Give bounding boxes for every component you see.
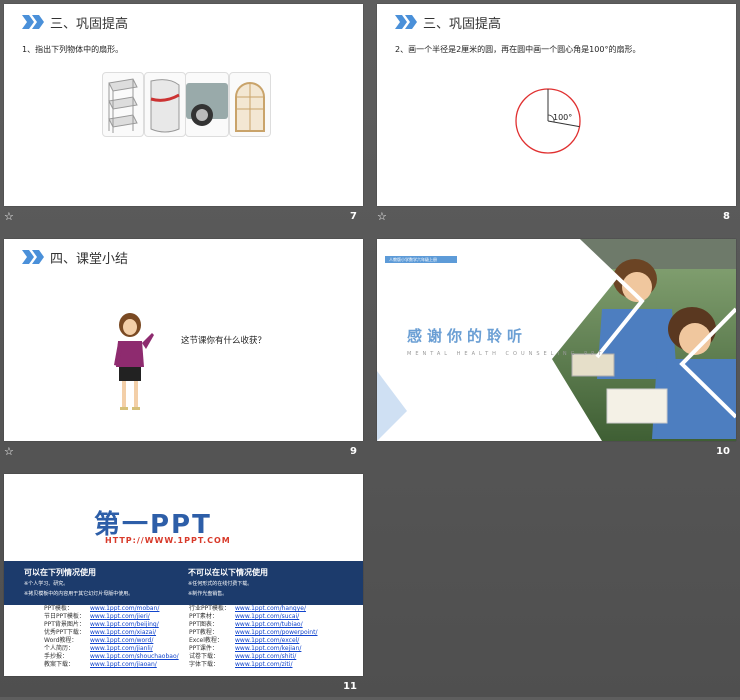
- link-row: PPT教程： www.1ppt.com/powerpoint/: [189, 629, 317, 637]
- banner-bar: 人教版小学数学六年级上册: [385, 256, 457, 263]
- curved-cabinet-icon: [144, 72, 186, 137]
- link-row: PPT背景图片： www.1ppt.com/beijing/: [44, 621, 179, 629]
- link-label: PPT课件：: [189, 645, 218, 652]
- link-url[interactable]: www.1ppt.com/tubiao/: [235, 621, 303, 628]
- corner-shelf-icon: [102, 72, 144, 137]
- link-label: 优秀PPT下载：: [44, 629, 85, 636]
- link-row: 教案下载： www.1ppt.com/jiaoan/: [44, 661, 179, 669]
- link-label: 行业PPT模板：: [189, 605, 230, 612]
- usage-header: 可以在下列情况使用 ※个人学习、研究。 ※拷贝模板中的内容用于其它幻灯片母版中使…: [4, 561, 363, 605]
- left-item: ※个人学习、研究。: [24, 581, 69, 587]
- link-row: PPT图表： www.1ppt.com/tubiao/: [189, 621, 317, 629]
- link-url[interactable]: www.1ppt.com/kejian/: [235, 645, 301, 652]
- slide-8[interactable]: 三、巩固提高 2、画一个半径是2厘米的圆，再在圆中画一个圆心角是100°的扇形。…: [377, 4, 736, 206]
- link-label: 教案下载：: [44, 661, 75, 668]
- chevron-double-icon: [22, 250, 44, 264]
- link-label: PPT背景图片：: [44, 621, 85, 628]
- logo-url[interactable]: HTTP://WWW.1PPT.COM: [105, 536, 231, 545]
- link-url[interactable]: www.1ppt.com/powerpoint/: [235, 629, 317, 636]
- link-label: PPT模板：: [44, 605, 73, 612]
- link-url[interactable]: www.1ppt.com/sucai/: [235, 613, 299, 620]
- link-url[interactable]: www.1ppt.com/hangye/: [235, 605, 306, 612]
- star-icon: ☆: [4, 445, 14, 458]
- link-label: 手抄报：: [44, 653, 69, 660]
- arched-window-icon: [229, 72, 271, 137]
- left-link-list: PPT模板： www.1ppt.com/moban/节日PPT模板： www.1pp…: [44, 605, 179, 669]
- link-url[interactable]: www.1ppt.com/jieri/: [90, 613, 150, 620]
- link-url[interactable]: www.1ppt.com/moban/: [90, 605, 159, 612]
- link-label: 个人简历：: [44, 645, 75, 652]
- question-text: 1、指出下列物体中的扇形。: [22, 45, 124, 54]
- car-wheel-icon: [185, 72, 229, 137]
- link-label: PPT图表：: [189, 621, 218, 628]
- link-url[interactable]: www.1ppt.com/shiti/: [235, 653, 296, 660]
- slide-title: 三、巩固提高: [423, 17, 502, 32]
- thanks-title: 感谢你的聆听: [407, 327, 528, 345]
- link-row: PPT素材： www.1ppt.com/sucai/: [189, 613, 317, 621]
- angle-label: 100°: [553, 113, 572, 122]
- link-url[interactable]: www.1ppt.com/excel/: [235, 637, 299, 644]
- right-item: ※制作光盘销售。: [188, 591, 228, 597]
- link-url[interactable]: www.1ppt.com/beijing/: [90, 621, 159, 628]
- slide-title: 四、课堂小结: [50, 252, 129, 267]
- slide-number: 10: [716, 446, 730, 457]
- right-link-list: 行业PPT模板： www.1ppt.com/hangye/PPT素材： www.1p…: [189, 605, 317, 669]
- right-heading: 不可以在以下情况使用: [188, 568, 268, 577]
- link-label: 节日PPT模板：: [44, 613, 85, 620]
- link-row: 行业PPT模板： www.1ppt.com/hangye/: [189, 605, 317, 613]
- slide-9[interactable]: 四、课堂小结 这节课你有什么收获？: [4, 239, 363, 441]
- star-icon: ☆: [377, 210, 387, 223]
- link-label: PPT素材：: [189, 613, 218, 620]
- slide-10[interactable]: 人教版小学数学六年级上册 感谢你的聆听 MENTAL HEALTH COUNSE…: [377, 239, 736, 441]
- left-heading: 可以在下列情况使用: [24, 568, 96, 577]
- slide-number: 9: [350, 446, 357, 457]
- sector-diagram: 100°: [515, 88, 581, 154]
- banner-text: 人教版小学数学六年级上册: [389, 257, 437, 262]
- link-label: Word教程：: [44, 637, 78, 644]
- link-row: 节日PPT模板： www.1ppt.com/jieri/: [44, 613, 179, 621]
- link-label: 试卷下载：: [189, 653, 220, 660]
- star-icon: ☆: [4, 210, 14, 223]
- link-row: 字体下载： www.1ppt.com/ziti/: [189, 661, 317, 669]
- link-label: PPT教程：: [189, 629, 218, 636]
- slide-title: 三、巩固提高: [50, 17, 129, 32]
- slide-number: 7: [350, 211, 357, 222]
- question-text: 2、画一个半径是2厘米的圆，再在圆中画一个圆心角是100°的扇形。: [395, 45, 641, 54]
- link-label: 字体下载：: [189, 661, 220, 668]
- link-label: Excel教程：: [189, 637, 223, 644]
- slide-number: 11: [343, 681, 357, 692]
- chevron-double-icon: [22, 15, 44, 29]
- link-url[interactable]: www.1ppt.com/word/: [90, 637, 153, 644]
- question-text: 这节课你有什么收获？: [181, 336, 267, 346]
- link-row: PPT模板： www.1ppt.com/moban/: [44, 605, 179, 613]
- link-row: 优秀PPT下载： www.1ppt.com/xiazai/: [44, 629, 179, 637]
- link-url[interactable]: www.1ppt.com/xiazai/: [90, 629, 156, 636]
- thanks-subtitle: MENTAL HEALTH COUNSELING PPT: [407, 351, 606, 357]
- slide-11[interactable]: 第一PPT HTTP://WWW.1PPT.COM 可以在下列情况使用 ※个人学…: [4, 474, 363, 676]
- link-row: 个人简历： www.1ppt.com/jianli/: [44, 645, 179, 653]
- left-item: ※拷贝模板中的内容用于其它幻灯片母版中使用。: [24, 591, 134, 597]
- teacher-figure-icon: [114, 313, 154, 410]
- link-row: PPT课件： www.1ppt.com/kejian/: [189, 645, 317, 653]
- slide-number: 8: [723, 211, 730, 222]
- link-row: 试卷下载： www.1ppt.com/shiti/: [189, 653, 317, 661]
- link-row: Excel教程： www.1ppt.com/excel/: [189, 637, 317, 645]
- link-url[interactable]: www.1ppt.com/jiaoan/: [90, 661, 157, 668]
- right-item: ※任何形式的在线付费下载。: [188, 581, 253, 587]
- link-url[interactable]: www.1ppt.com/jianli/: [90, 645, 153, 652]
- link-url[interactable]: www.1ppt.com/shouchaobao/: [90, 653, 179, 660]
- slide-7[interactable]: 三、巩固提高 1、指出下列物体中的扇形。: [4, 4, 363, 206]
- link-url[interactable]: www.1ppt.com/ziti/: [235, 661, 292, 668]
- chevron-double-icon: [395, 15, 417, 29]
- link-row: Word教程： www.1ppt.com/word/: [44, 637, 179, 645]
- link-row: 手抄报： www.1ppt.com/shouchaobao/: [44, 653, 179, 661]
